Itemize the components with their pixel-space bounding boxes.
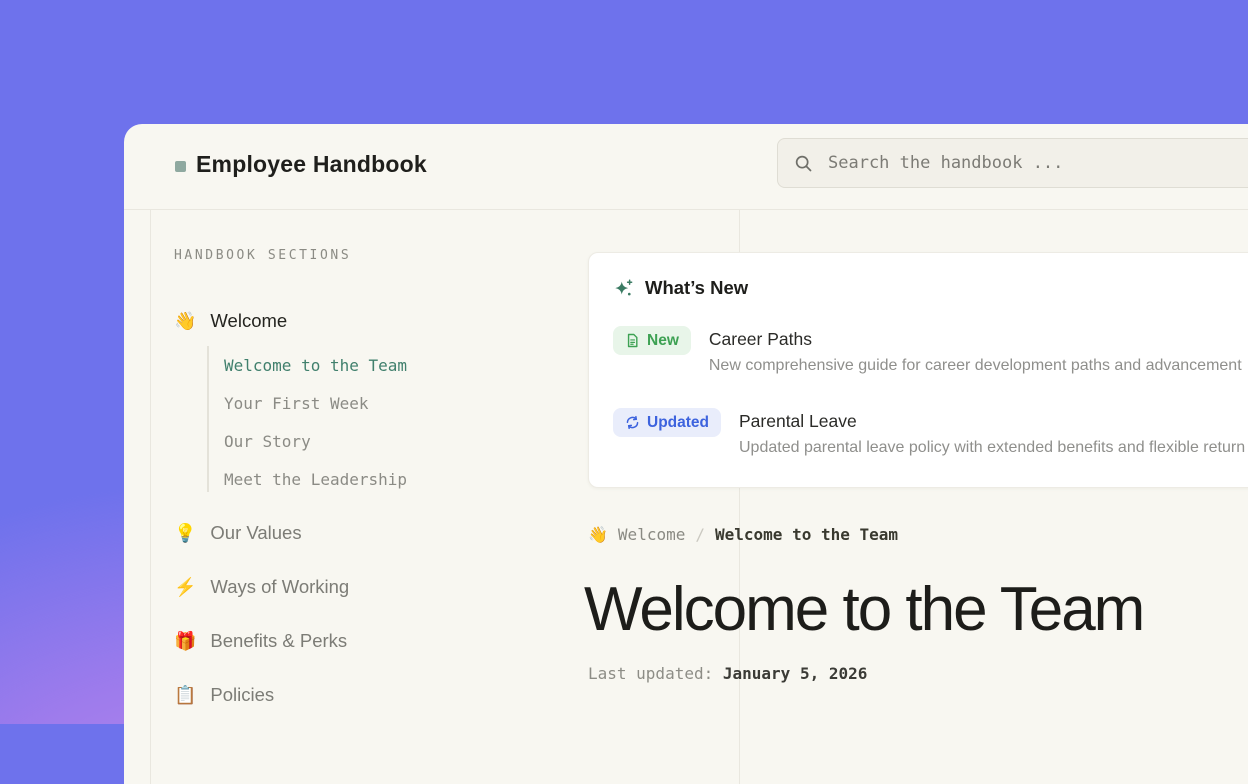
new-badge: New	[613, 326, 691, 355]
news-item-title: Parental Leave	[739, 411, 1245, 432]
sidebar-item-our-values[interactable]: 💡 Our Values	[174, 522, 302, 544]
breadcrumb: 👋 Welcome / Welcome to the Team	[588, 525, 898, 544]
updated-badge: Updated	[613, 408, 721, 437]
lightbulb-icon: 💡	[174, 524, 196, 542]
whats-new-title: What’s New	[645, 277, 748, 299]
breadcrumb-section-link[interactable]: Welcome	[618, 525, 685, 544]
news-item-title: Career Paths	[709, 329, 1242, 350]
wave-icon: 👋	[174, 312, 196, 330]
search-box[interactable]	[777, 138, 1248, 188]
app-window: Employee Handbook HANDBOOK SECTIONS 👋 We…	[124, 124, 1248, 784]
app-logo-icon	[175, 161, 186, 172]
sidebar-item-label: Our Values	[210, 522, 301, 544]
sidebar-item-label: Benefits & Perks	[210, 630, 347, 652]
app-title: Employee Handbook	[196, 151, 427, 178]
breadcrumb-current: Welcome to the Team	[715, 525, 898, 544]
sidebar-left-rail	[150, 209, 151, 784]
page-title: Welcome to the Team	[584, 579, 1143, 641]
lightning-icon: ⚡	[174, 578, 196, 596]
news-item-description: Updated parental leave policy with exten…	[739, 439, 1245, 457]
sidebar-subitem-our-story[interactable]: Our Story	[224, 432, 311, 451]
sidebar-subitem-welcome-to-the-team[interactable]: Welcome to the Team	[224, 356, 407, 375]
breadcrumb-separator: /	[695, 525, 705, 544]
sidebar-item-policies[interactable]: 📋 Policies	[174, 684, 274, 706]
sidebar-item-label: Welcome	[210, 310, 287, 332]
last-updated: Last updated: January 5, 2026	[588, 664, 867, 683]
sidebar-subsection-line	[207, 346, 209, 492]
sidebar-item-label: Policies	[210, 684, 274, 706]
document-icon	[625, 333, 640, 348]
wave-icon: 👋	[588, 525, 608, 544]
sidebar-heading: HANDBOOK SECTIONS	[174, 248, 351, 263]
sidebar-item-welcome[interactable]: 👋 Welcome	[174, 310, 287, 332]
sidebar-item-ways-of-working[interactable]: ⚡ Ways of Working	[174, 576, 349, 598]
clipboard-icon: 📋	[174, 686, 196, 704]
whats-new-panel: What’s New New Career Paths New comprehe…	[588, 252, 1248, 488]
search-icon	[794, 154, 813, 173]
whats-new-item-parental-leave[interactable]: Updated Parental Leave Updated parental …	[613, 408, 1245, 457]
top-bar: Employee Handbook	[124, 124, 1248, 210]
sidebar-item-label: Ways of Working	[210, 576, 349, 598]
sidebar-subitem-your-first-week[interactable]: Your First Week	[224, 394, 369, 413]
news-item-description: New comprehensive guide for career devel…	[709, 357, 1242, 375]
gift-icon: 🎁	[174, 632, 196, 650]
sidebar-item-benefits-perks[interactable]: 🎁 Benefits & Perks	[174, 630, 347, 652]
sparkles-icon	[613, 278, 634, 299]
refresh-icon	[625, 415, 640, 430]
last-updated-value: January 5, 2026	[723, 664, 868, 683]
last-updated-label: Last updated:	[588, 664, 713, 683]
sidebar-subitem-meet-the-leadership[interactable]: Meet the Leadership	[224, 470, 407, 489]
search-input[interactable]	[826, 152, 1248, 174]
whats-new-item-career-paths[interactable]: New Career Paths New comprehensive guide…	[613, 326, 1242, 375]
